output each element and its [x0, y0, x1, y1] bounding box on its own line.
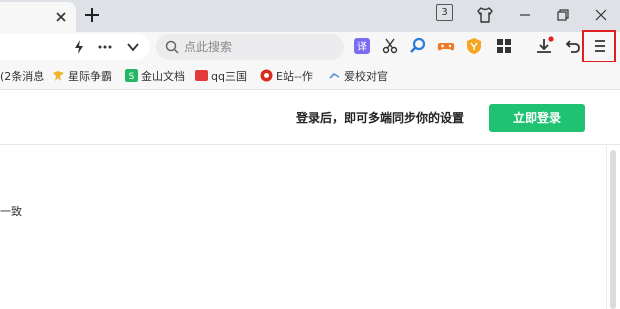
e-station-favicon-icon — [260, 69, 273, 82]
tab-count-badge[interactable]: 3 — [436, 4, 453, 21]
restore-icon[interactable] — [552, 4, 574, 26]
bookmark-item[interactable]: (2条消息 — [0, 69, 44, 85]
close-window-icon[interactable] — [590, 4, 612, 26]
minimize-icon[interactable] — [514, 4, 536, 26]
search-placeholder: 点此搜索 — [184, 40, 233, 54]
bookmark-label: 星际争霸 — [68, 70, 112, 83]
hamburger-menu-icon[interactable] — [590, 36, 610, 56]
more-dots-icon[interactable] — [96, 38, 114, 56]
translate-icon[interactable]: 译 — [352, 36, 372, 56]
scrollbar-thumb[interactable] — [610, 150, 616, 309]
bookmark-item[interactable]: qq三国 — [195, 69, 251, 85]
gamepad-icon[interactable] — [436, 36, 456, 56]
login-button[interactable]: 立即登录 — [489, 104, 585, 132]
shield-badge-icon[interactable] — [464, 36, 484, 56]
apps-grid-icon[interactable] — [494, 36, 514, 56]
active-tab[interactable] — [0, 2, 76, 32]
svg-text:S: S — [129, 72, 135, 82]
bookmark-label: qq三国 — [211, 70, 247, 83]
tab-strip: 3 — [0, 0, 620, 32]
new-tab-icon[interactable] — [82, 5, 102, 25]
address-bar-row: 点此搜索 — [0, 32, 620, 62]
lightning-icon[interactable] — [70, 38, 88, 56]
proofread-favicon-icon — [329, 72, 340, 79]
content-snippet: 一致 — [0, 205, 22, 218]
magnifier-tool-icon[interactable] — [408, 36, 428, 56]
chevron-down-icon[interactable] — [124, 38, 142, 56]
bookmark-label: 爱校对官 — [344, 70, 388, 83]
scissors-icon[interactable] — [380, 36, 400, 56]
search-input[interactable]: 点此搜索 — [156, 34, 344, 60]
search-icon — [165, 40, 179, 54]
bookmark-item[interactable]: S 金山文档 — [125, 69, 187, 85]
login-prompt: 登录后，即可多端同步你的设置 — [296, 111, 465, 125]
bookmark-label: 金山文档 — [141, 70, 185, 83]
bookmark-item[interactable]: 星际争霸 — [52, 69, 114, 85]
address-field[interactable] — [0, 34, 150, 60]
bookmark-item[interactable]: E站--作 — [260, 69, 320, 85]
bookmarks-bar: (2条消息 星际争霸 S 金山文档 qq三国 E站--作 爱校对官 — [0, 62, 620, 90]
tshirt-icon[interactable] — [474, 4, 496, 26]
bookmark-item[interactable]: 爱校对官 — [328, 69, 390, 85]
kdocs-favicon-icon: S — [125, 69, 138, 82]
bookmark-label: (2条消息 — [0, 70, 44, 83]
sync-login-bar: 登录后，即可多端同步你的设置 立即登录 — [0, 91, 620, 145]
starcraft-favicon-icon — [53, 71, 64, 81]
download-icon[interactable] — [534, 36, 554, 56]
svg-text:译: 译 — [357, 41, 367, 53]
undo-icon[interactable] — [562, 36, 582, 56]
close-tab-icon[interactable] — [52, 8, 70, 26]
bookmark-label: E站--作 — [276, 70, 313, 83]
qq-sanguo-favicon-icon — [195, 70, 208, 81]
